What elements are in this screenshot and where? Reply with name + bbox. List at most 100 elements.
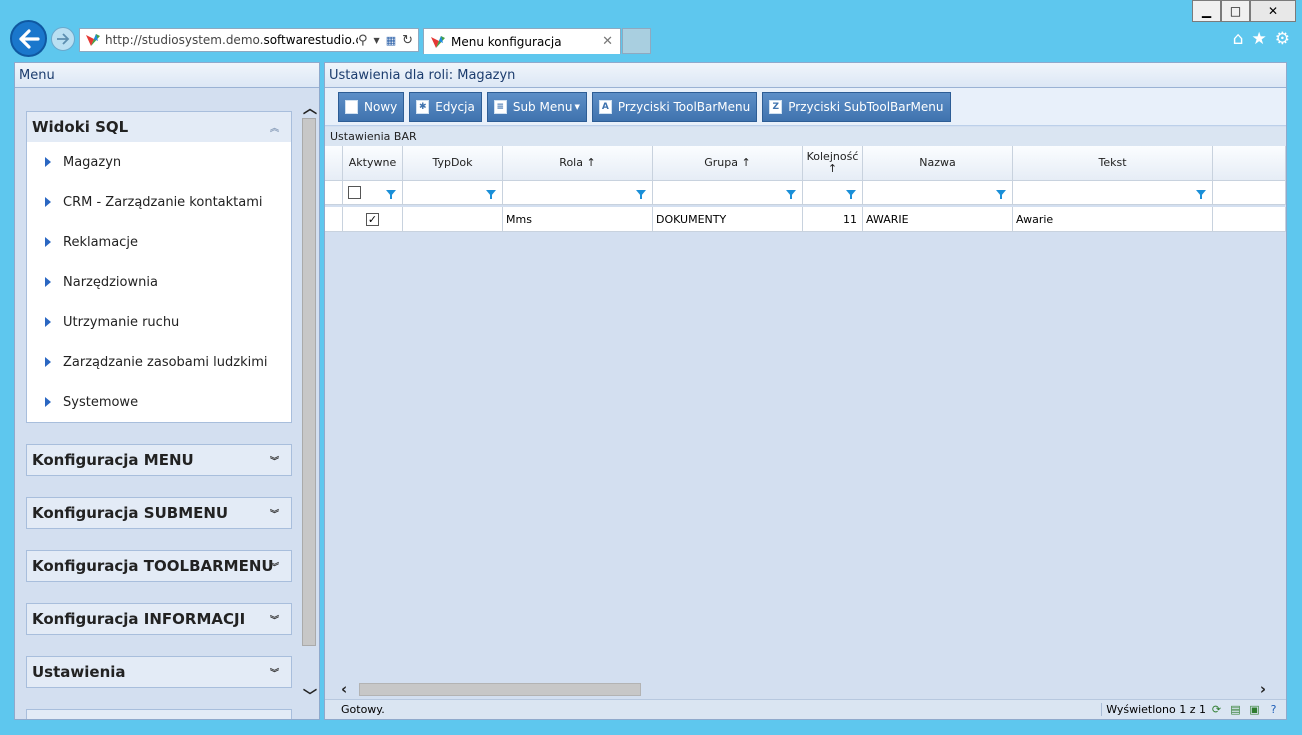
- filter-checkbox[interactable]: [348, 186, 361, 199]
- column-header-tekst[interactable]: Tekst: [1013, 146, 1213, 181]
- column-header-kolejnosc[interactable]: Kolejność ↑: [803, 146, 863, 181]
- group-title: Widoki SQL: [32, 118, 129, 136]
- triangle-right-icon: [45, 157, 51, 167]
- filter-funnel-icon[interactable]: [786, 189, 796, 199]
- filter-funnel-icon[interactable]: [636, 189, 646, 199]
- dropdown-arrow-icon[interactable]: ▼: [374, 36, 380, 45]
- scroll-left-icon[interactable]: ‹: [341, 680, 347, 698]
- toolbar-buttons-label: Przyciski ToolBarMenu: [617, 99, 751, 114]
- filter-cell-kolejnosc[interactable]: [803, 181, 863, 205]
- new-tab-button[interactable]: [622, 28, 651, 54]
- column-header-rola[interactable]: Rola ↑: [503, 146, 653, 181]
- scroll-up-icon[interactable]: ︿: [303, 98, 317, 118]
- group-konfiguracja-informacji[interactable]: Konfiguracja INFORMACJI ︾: [26, 603, 292, 635]
- filter-funnel-icon[interactable]: [846, 189, 856, 199]
- settings-panel-title: Ustawienia dla roli: Magazyn: [325, 63, 1286, 88]
- filter-funnel-icon[interactable]: [486, 189, 496, 199]
- active-checkbox[interactable]: ✓: [366, 212, 379, 226]
- chevron-down-icon[interactable]: ︾: [270, 613, 279, 626]
- submenu-button-label: Sub Menu: [512, 99, 573, 114]
- chevron-down-icon[interactable]: ︾: [270, 560, 279, 573]
- column-header-aktywne[interactable]: Aktywne: [343, 146, 403, 181]
- help-icon[interactable]: ?: [1267, 703, 1280, 716]
- minimize-icon[interactable]: ▁: [1192, 0, 1221, 22]
- subtoolbar-buttons-button[interactable]: Z Przyciski SubToolBarMenu: [762, 91, 951, 122]
- table-row[interactable]: ✓ Mms DOKUMENTY 11 AWARIE Awarie: [325, 207, 1286, 232]
- data-grid: Aktywne TypDok Rola ↑ Grupa ↑ Kolejność …: [325, 146, 1286, 639]
- address-bar[interactable]: http://studiosystem.demo.softwarestudio.…: [79, 28, 419, 52]
- home-icon[interactable]: ⌂: [1233, 30, 1244, 48]
- menu-item-magazyn[interactable]: Magazyn: [27, 142, 291, 182]
- cell-kolejnosc: 11: [803, 207, 863, 232]
- search-icon[interactable]: ⚲: [358, 33, 368, 48]
- filter-cell-rola[interactable]: [503, 181, 653, 205]
- filter-indicator-cell: [325, 181, 343, 205]
- arrow-left-icon: [18, 28, 40, 49]
- group-header[interactable]: Konfiguracja TOOLBARMENU ︾: [27, 551, 291, 581]
- group-header[interactable]: Konfiguracja MENU ︾: [27, 445, 291, 475]
- refresh-icon[interactable]: ↻: [402, 33, 413, 48]
- menu-item-systemowe[interactable]: Systemowe: [27, 382, 291, 422]
- filter-funnel-icon[interactable]: [996, 189, 1006, 199]
- status-text: Gotowy.: [341, 703, 385, 716]
- group-header[interactable]: Ustawienia ︾: [27, 657, 291, 687]
- group-konfiguracja-submenu[interactable]: Konfiguracja SUBMENU ︾: [26, 497, 292, 529]
- menu-item-narzedziownia[interactable]: Narzędziownia: [27, 262, 291, 302]
- filter-cell-grupa[interactable]: [653, 181, 803, 205]
- grid-horizontal-scrollbar[interactable]: ‹ ›: [325, 680, 1286, 698]
- filter-cell-tekst[interactable]: [1013, 181, 1213, 205]
- menu-item-utrzymanie-ruchu[interactable]: Utrzymanie ruchu: [27, 302, 291, 342]
- edit-button[interactable]: ✱ Edycja: [409, 91, 482, 122]
- forward-button[interactable]: [51, 27, 75, 51]
- scrollbar-thumb[interactable]: [302, 118, 316, 646]
- close-window-icon[interactable]: ✕: [1250, 0, 1296, 22]
- column-header-nazwa[interactable]: Nazwa: [863, 146, 1013, 181]
- filter-funnel-icon[interactable]: [1196, 189, 1206, 199]
- back-button[interactable]: [10, 20, 47, 57]
- close-tab-icon[interactable]: ✕: [602, 34, 613, 49]
- group-items: Magazyn CRM - Zarządzanie kontaktami Rek…: [27, 142, 291, 422]
- chevron-down-icon[interactable]: ︾: [270, 666, 279, 679]
- scrollbar-thumb[interactable]: [359, 683, 641, 696]
- edit-button-label: Edycja: [435, 99, 475, 114]
- settings-gear-icon[interactable]: ⚙: [1275, 30, 1290, 48]
- column-header-grupa[interactable]: Grupa ↑: [653, 146, 803, 181]
- filter-cell-aktywne: [343, 181, 403, 205]
- group-ustawienia[interactable]: Ustawienia ︾: [26, 656, 292, 688]
- menu-item-reklamacje[interactable]: Reklamacje: [27, 222, 291, 262]
- grid-filter-row: [325, 181, 1286, 205]
- menu-item-crm[interactable]: CRM - Zarządzanie kontaktami: [27, 182, 291, 222]
- menu-item-zasoby-ludzkie[interactable]: Zarządzanie zasobami ludzkimi: [27, 342, 291, 382]
- tab-label: Menu konfiguracja: [451, 34, 562, 49]
- group-header-widoki-sql[interactable]: Widoki SQL ︽: [27, 112, 291, 142]
- group-header[interactable]: Konfiguracja SUBMENU ︾: [27, 498, 291, 528]
- group-konfiguracja-menu[interactable]: Konfiguracja MENU ︾: [26, 444, 292, 476]
- column-header-typdok[interactable]: TypDok: [403, 146, 503, 181]
- letter-a-icon: A: [598, 99, 612, 114]
- chevron-down-icon[interactable]: ︾: [270, 454, 279, 467]
- menu-panel-title: Menu: [15, 63, 319, 88]
- submenu-button[interactable]: ≡ Sub Menu ▼: [486, 91, 587, 122]
- group-konfiguracja-toolbarmenu[interactable]: Konfiguracja TOOLBARMENU ︾: [26, 550, 292, 582]
- url-text[interactable]: http://studiosystem.demo.softwarestudio.…: [105, 33, 358, 47]
- refresh-data-icon[interactable]: ⟳: [1210, 703, 1223, 716]
- save-icon[interactable]: ▣: [1248, 703, 1261, 716]
- tab-favicon-icon: [431, 35, 445, 48]
- filter-funnel-icon[interactable]: [386, 189, 396, 199]
- scroll-down-icon[interactable]: ﹀: [303, 686, 317, 706]
- filter-cell-nazwa[interactable]: [863, 181, 1013, 205]
- chevron-up-icon[interactable]: ︽: [270, 121, 279, 134]
- menu-vertical-scrollbar[interactable]: ︿ ﹀: [300, 88, 318, 719]
- favorites-star-icon[interactable]: ★: [1252, 30, 1267, 48]
- filter-cell-typdok[interactable]: [403, 181, 503, 205]
- maximize-icon[interactable]: □: [1221, 0, 1250, 22]
- filter-cell-extra: [1213, 181, 1286, 205]
- new-button[interactable]: Nowy: [338, 91, 405, 122]
- group-header[interactable]: Konfiguracja INFORMACJI ︾: [27, 604, 291, 634]
- tab-menu-konfiguracja[interactable]: Menu konfiguracja ✕: [423, 28, 621, 54]
- compatibility-icon[interactable]: ▦: [386, 34, 396, 47]
- scroll-right-icon[interactable]: ›: [1260, 680, 1266, 698]
- chevron-down-icon[interactable]: ︾: [270, 507, 279, 520]
- toolbar-buttons-button[interactable]: A Przyciski ToolBarMenu: [591, 91, 758, 122]
- export-icon[interactable]: ▤: [1229, 703, 1242, 716]
